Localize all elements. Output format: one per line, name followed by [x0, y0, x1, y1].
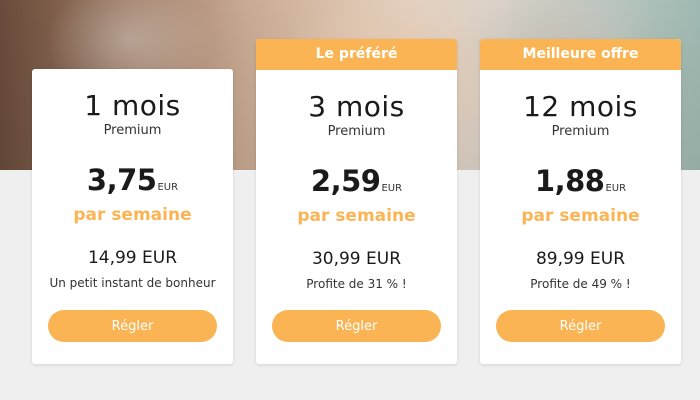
weekly-price-amount: 2,59: [310, 164, 381, 198]
per-week-label: par semaine: [73, 205, 192, 225]
plan-card-1-month: 1 mois Premium 3,75EUR par semaine 14,99…: [32, 69, 233, 364]
plan-note: Profite de 31 % !: [306, 277, 407, 291]
weekly-price-amount: 1,88: [534, 164, 605, 198]
pay-button-1-month[interactable]: Régler: [48, 310, 217, 342]
plan-card-body: 12 mois Premium 1,88EUR par semaine 89,9…: [480, 70, 681, 292]
plan-duration: 12 mois: [523, 90, 638, 123]
plan-card-3-months: Le préféré 3 mois Premium 2,59EUR par se…: [256, 39, 457, 364]
plan-tier: Premium: [103, 123, 162, 138]
plan-total-price: 89,99 EUR: [535, 249, 626, 269]
plan-tier: Premium: [327, 124, 386, 139]
plan-badge: Meilleure offre: [480, 39, 681, 70]
plan-duration: 1 mois: [84, 89, 181, 122]
weekly-price: 1,88EUR: [480, 164, 681, 206]
weekly-price: 2,59EUR: [256, 164, 457, 206]
pay-button-12-months[interactable]: Régler: [496, 310, 665, 342]
plan-total-price: 30,99 EUR: [311, 249, 402, 269]
weekly-price: 3,75EUR: [32, 163, 233, 205]
plan-tier: Premium: [551, 124, 610, 139]
weekly-price-currency: EUR: [157, 182, 179, 193]
plan-note: Un petit instant de bonheur: [49, 276, 216, 290]
per-week-label: par semaine: [521, 206, 640, 226]
plan-note: Profite de 49 % !: [530, 277, 631, 291]
plan-card-body: 1 mois Premium 3,75EUR par semaine 14,99…: [32, 69, 233, 291]
plan-card-12-months: Meilleure offre 12 mois Premium 1,88EUR …: [480, 39, 681, 364]
weekly-price-amount: 3,75: [86, 163, 157, 197]
weekly-price-currency: EUR: [381, 183, 403, 194]
plan-total-price: 14,99 EUR: [87, 248, 178, 268]
plan-duration: 3 mois: [308, 90, 405, 123]
pay-button-3-months[interactable]: Régler: [272, 310, 441, 342]
plan-badge: Le préféré: [256, 39, 457, 70]
per-week-label: par semaine: [297, 206, 416, 226]
weekly-price-currency: EUR: [605, 183, 627, 194]
plan-card-body: 3 mois Premium 2,59EUR par semaine 30,99…: [256, 70, 457, 292]
